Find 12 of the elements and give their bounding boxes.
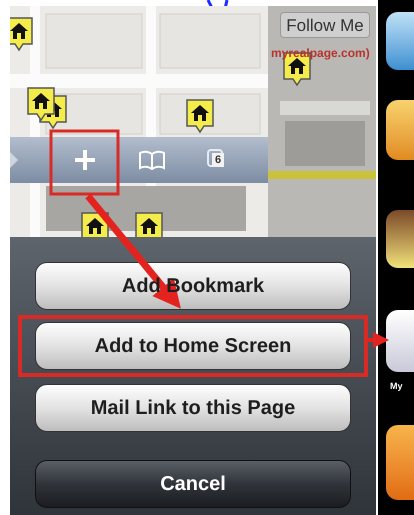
tab-count: 6 [212,153,224,167]
action-button[interactable]: Mail Link to this Page [35,384,351,432]
highlight-frame [50,130,120,196]
cancel-button[interactable]: Cancel [35,460,351,508]
app-label: My [390,380,403,393]
bookmarks-icon[interactable] [139,150,165,170]
follow-me-button[interactable]: Follow Me [280,12,370,38]
back-chevron-icon [10,152,18,168]
house-pin-icon [134,211,164,237]
action-button[interactable]: Add to Home Screen [35,322,351,370]
add-icon[interactable] [75,150,95,170]
site-label: myrealpage.com) [271,45,370,62]
